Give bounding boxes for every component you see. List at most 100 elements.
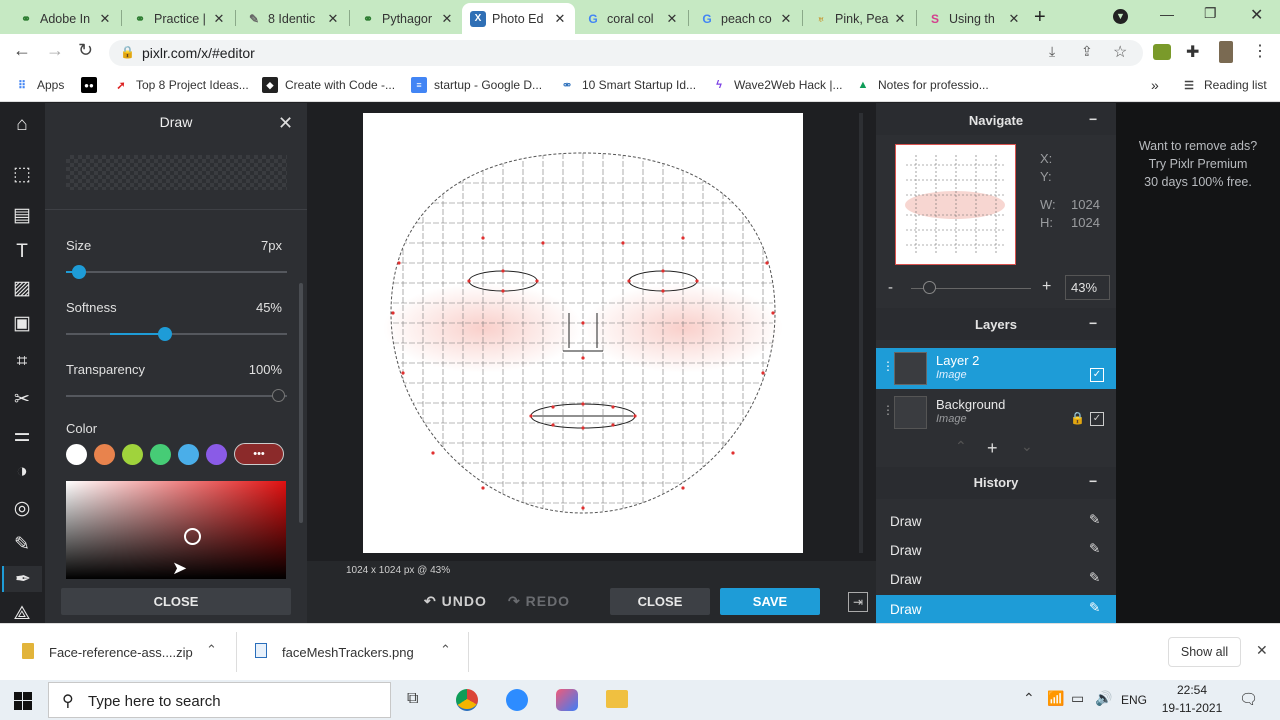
history-item[interactable]: Draw ✎ [876,565,1116,593]
layer-row-layer-2[interactable]: ⋮ Layer 2 Image ✓ [876,348,1116,389]
new-tab-icon[interactable]: + [1034,6,1046,29]
install-icon[interactable]: ⤓ [1049,43,1055,60]
chrome-icon[interactable] [456,689,478,711]
tab-3[interactable]: ✎ 8 Identic ✕ [238,3,348,34]
redo-button[interactable]: ↷ REDO [508,593,570,610]
layer-row-background[interactable]: ⋮ Background Image 🔒 ✓ [876,392,1116,433]
heal-tool-icon[interactable]: ✎ [9,531,35,557]
history-item[interactable]: Draw ✎ [876,507,1116,535]
color-swatch[interactable] [206,444,227,465]
navigate-collapse-icon[interactable]: − [1089,111,1097,127]
chevron-up-icon[interactable]: ⌃ [206,642,217,658]
close-icon[interactable]: ✕ [779,11,793,27]
reload-icon[interactable]: ↻ [78,40,93,61]
close-icon[interactable]: ✕ [1007,11,1021,27]
wifi-icon[interactable]: 📶 [1047,690,1064,707]
history-item-current[interactable]: Draw ✎ [876,595,1116,623]
volume-icon[interactable]: 🔊 [1095,690,1112,707]
layers-tool-icon[interactable]: ▤ [9,202,35,228]
back-icon[interactable]: ← [13,40,31,61]
close-icon[interactable]: ✕ [1256,642,1268,659]
bookmark-apps[interactable]: ⠿ Apps [14,77,64,93]
tray-chevron-icon[interactable]: ⌃ [1023,690,1035,707]
image-canvas[interactable] [363,113,803,553]
pattern-tool-icon[interactable]: ▨ [9,275,35,301]
download-item-name[interactable]: faceMeshTrackers.png [282,645,414,660]
file-explorer-icon[interactable] [606,690,628,708]
close-icon[interactable]: ✕ [326,11,340,27]
adjust-tool-icon[interactable]: ⚌ [9,422,35,448]
reading-list-button[interactable]: ☰ Reading list [1181,77,1267,93]
softness-slider[interactable] [66,333,287,335]
bookmark-project-ideas[interactable]: ➚ Top 8 Project Ideas... [113,77,248,93]
slack-like-icon[interactable] [556,689,578,711]
move-layer-up-icon[interactable]: ⌃ [955,438,967,455]
clock-date[interactable]: 19-11-2021 [1156,701,1228,715]
save-button[interactable]: SAVE [720,588,820,615]
close-icon[interactable]: ✕ [893,11,907,27]
close-icon[interactable]: ✕ [278,113,293,134]
home-icon[interactable]: ⌂ [9,112,35,138]
collapse-panels-icon[interactable]: ⇥ [848,592,868,612]
battery-icon[interactable]: ▭ [1071,690,1084,707]
share-icon[interactable]: ⇪ [1081,43,1093,60]
more-bookmarks-button[interactable]: » [1151,77,1159,93]
arrange-tool-icon[interactable]: ⬚ [9,161,35,187]
add-layer-icon[interactable]: + [987,438,998,459]
language-indicator[interactable]: ENG [1121,693,1147,707]
layers-collapse-icon[interactable]: − [1089,315,1097,331]
bookmark-create-with-code[interactable]: ◆ Create with Code -... [262,77,395,93]
drag-handle-icon[interactable]: ⋮ [882,359,894,373]
visibility-checkbox-icon[interactable]: ✓ [1090,412,1104,426]
window-close-icon[interactable]: ✕ [1250,5,1263,25]
tab-2[interactable]: ⚭ Practice | ✕ [124,3,234,34]
show-all-button[interactable]: Show all [1168,637,1241,667]
puzzle-icon[interactable]: ✚ [1186,42,1199,62]
tab-9[interactable]: S Using th ✕ [919,3,1029,34]
restore-icon[interactable]: ❐ [1204,5,1217,22]
bookmark-startup[interactable]: ≡ startup - Google D... [411,77,542,93]
slider-knob[interactable] [72,265,87,279]
transparency-slider[interactable] [66,395,287,397]
tab-1[interactable]: ⚭ Adobe In ✕ [10,3,120,34]
extension-icon[interactable] [1153,44,1171,60]
zoom-knob[interactable] [923,281,936,294]
cutout-tool-icon[interactable]: ✂ [9,386,35,412]
notifications-icon[interactable]: 🗨 [1239,690,1258,708]
crop-tool-icon[interactable]: ⌗ [9,349,35,375]
undo-button[interactable]: ↶ UNDO [424,593,487,610]
size-slider[interactable] [66,271,287,273]
navigator-thumbnail[interactable] [895,144,1016,265]
brush-tool-icon[interactable]: ✒ [2,566,42,592]
color-swatch[interactable] [178,444,199,465]
lock-icon[interactable]: 🔒 [1070,411,1085,425]
color-swatch[interactable] [66,444,87,465]
color-swatch[interactable] [94,444,115,465]
minimize-icon[interactable]: — [1160,6,1174,22]
history-item[interactable]: Draw ✎ [876,536,1116,564]
history-collapse-icon[interactable]: − [1089,473,1097,489]
chevron-up-icon[interactable]: ⌃ [440,642,451,658]
tab-5-active[interactable]: X Photo Ed ✕ [462,3,575,34]
close-icon[interactable]: ✕ [212,11,226,27]
tab-4[interactable]: ⚭ Pythagor ✕ [352,3,462,34]
move-layer-down-icon[interactable]: ⌄ [1021,438,1033,455]
task-view-icon[interactable]: ⧉ [407,690,418,708]
clock-time[interactable]: 22:54 [1162,683,1222,697]
close-icon[interactable]: ✕ [665,11,679,27]
visibility-checkbox-icon[interactable]: ✓ [1090,368,1104,382]
zoom-app-icon[interactable] [506,689,528,711]
download-item-name[interactable]: Face-reference-ass....zip [49,645,193,660]
close-icon[interactable]: ✕ [440,11,454,27]
zoom-input[interactable]: 43% [1065,275,1110,300]
bookmark-star-icon[interactable]: ☆ [1113,42,1127,62]
more-colors-button[interactable]: ••• [234,443,284,465]
zoom-in-button[interactable]: + [1042,278,1051,296]
slider-knob[interactable] [158,327,173,341]
tab-8[interactable]: ♅ Pink, Pea ✕ [805,3,915,34]
tab-7[interactable]: Gpeach co ✕ [691,3,801,34]
forward-icon[interactable]: → [46,40,64,61]
menu-icon[interactable]: ⋮ [1252,41,1268,61]
close-icon[interactable]: ✕ [553,11,567,27]
picker-handle[interactable] [184,528,201,545]
